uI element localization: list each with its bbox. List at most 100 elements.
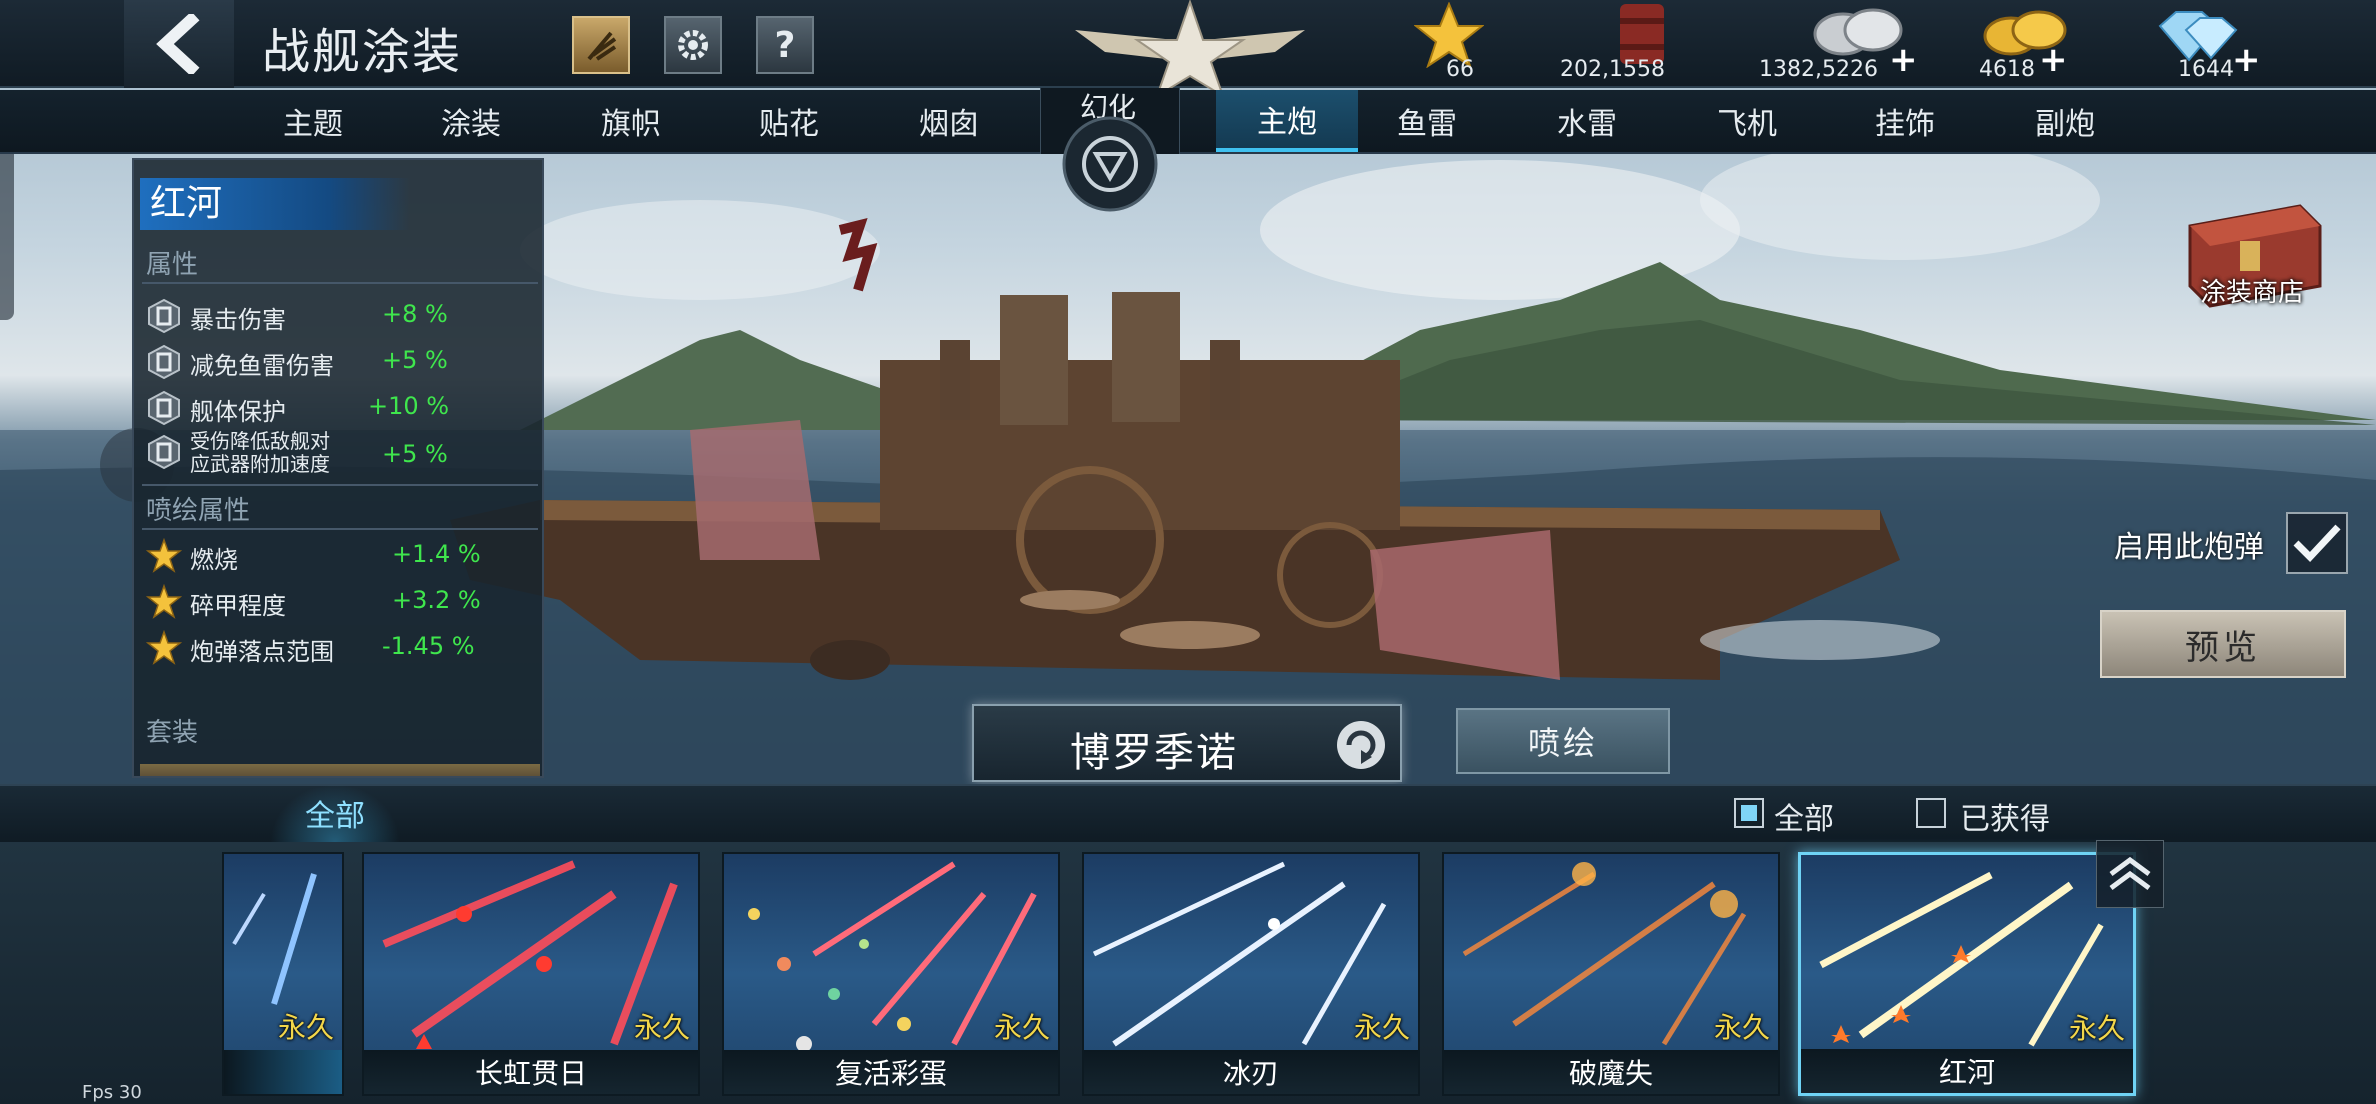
card-name: 复活彩蛋 [724,1050,1058,1094]
top-bar: 战舰涂装 ? 66 202,1558 1382,5226 + 4618 + 16… [0,0,2376,96]
silver-value: 1382,5226 [1759,57,1878,82]
card-name [224,1050,342,1094]
tab-flag[interactable]: 旗帜 [556,90,706,152]
help-button[interactable]: ? [756,16,814,74]
page-title: 战舰涂装 [262,24,463,80]
back-arrow-icon [156,14,200,74]
attr-value: +8 % [382,300,448,328]
star-icon [146,584,182,619]
spray-attr-name: 碎甲程度 [190,592,286,620]
tab-torpedo[interactable]: 鱼雷 [1352,90,1502,152]
collapse-list-button[interactable] [2096,840,2164,908]
checkmark-icon [2293,524,2341,563]
spray-attr-row: 碎甲程度 +3.2 % [142,580,538,624]
armor-shield-icon [148,298,180,334]
ship-selector[interactable]: 博罗季诺 [972,704,1402,782]
attr-name: 受伤降低敌舰对 应武器附加速度 [190,429,330,476]
filter-owned-checkbox[interactable] [1916,798,1946,828]
preview-button[interactable]: 预览 [2100,610,2346,678]
filter-all-label[interactable]: 全部 [1774,794,1834,838]
diamond-add-icon[interactable]: + [2232,40,2261,80]
star-icon [146,630,182,665]
spray-attr-value: +1.4 % [392,540,481,568]
tab-funnel[interactable]: 烟囱 [874,90,1024,152]
star-points-resource: 66 [1410,0,1500,88]
spray-attr-row: 炮弹落点范围 -1.45 % [142,626,538,670]
card-name: 冰刃 [1084,1050,1418,1094]
skin-name: 红河 [140,178,410,230]
silver-resource[interactable]: 1382,5226 + [1755,0,1925,88]
use-shell-checkbox[interactable] [2286,512,2348,574]
shell-skin-card[interactable]: 永久 [222,852,344,1096]
silver-add-icon[interactable]: + [1889,40,1918,80]
skin-effect-button[interactable] [572,16,630,74]
skin-attribute-panel: 红河 属性 暴击伤害 +8 % 减免鱼雷伤害 +5 % 舰体保护 +10 % 受… [132,158,544,778]
card-name: 长虹贯日 [364,1050,698,1094]
ship-name: 博罗季诺 [1070,730,1238,776]
attr-value: +10 % [368,392,450,420]
filter-owned-label[interactable]: 已获得 [1960,794,2050,838]
shell-skin-card[interactable]: 永久 复活彩蛋 [722,852,1060,1096]
spray-attr-value: -1.45 % [382,632,475,660]
permanent-tag: 永久 [1713,1011,1770,1044]
side-drawer-tab[interactable] [0,130,14,320]
permanent-tag: 永久 [2068,1012,2125,1045]
attr-name: 暴击伤害 [190,306,286,334]
transform-emblem-icon[interactable] [1058,116,1162,212]
oil-value: 202,1558 [1560,57,1665,82]
shell-skin-card[interactable]: 永久 长虹贯日 [362,852,700,1096]
attr-value: +5 % [382,440,448,468]
diamond-resource[interactable]: 1644 + [2150,0,2261,88]
tab-paint[interactable]: 涂装 [396,90,546,152]
back-button[interactable] [124,0,234,88]
attr-row: 受伤降低敌舰对 应武器附加速度 +5 % [142,430,538,480]
filter-all-checkbox[interactable] [1734,798,1764,828]
tab-aircraft[interactable]: 飞机 [1672,90,1822,152]
permanent-tag: 永久 [277,1011,334,1044]
filter-tab-all[interactable]: 全部 [270,784,400,842]
gear-icon [678,30,708,60]
tab-theme[interactable]: 主题 [238,90,388,152]
divider [142,484,538,486]
set-bonus-strip[interactable] [140,764,540,776]
tab-main-gun[interactable]: 主炮 [1216,90,1358,152]
attr-row: 舰体保护 +10 % [142,386,538,430]
fps-counter: Fps 30 [82,1082,142,1103]
oil-resource: 202,1558 [1560,0,1700,88]
armor-shield-icon [148,434,180,470]
question-icon: ? [774,24,796,66]
armor-shield-icon [148,344,180,380]
star-points-value: 66 [1446,57,1474,82]
shell-skin-card[interactable]: 永久 破魔失 [1442,852,1780,1096]
attr-name: 舰体保护 [190,398,286,426]
tab-decal[interactable]: 贴花 [714,90,864,152]
diamond-value: 1644 [2178,57,2234,82]
double-chevron-up-icon [2109,856,2151,891]
spray-attr-section-label: 喷绘属性 [146,496,251,526]
paint-shop-label[interactable]: 涂装商店 [2200,272,2304,309]
gold-value: 4618 [1979,57,2035,82]
spray-attr-name: 燃烧 [190,546,238,574]
tab-ornament[interactable]: 挂饰 [1830,90,1980,152]
star-icon [146,538,182,573]
gold-resource[interactable]: 4618 + [1975,0,2085,88]
gold-add-icon[interactable]: + [2039,40,2068,80]
shell-skin-card[interactable]: 永久 冰刃 [1082,852,1420,1096]
use-shell-label: 启用此炮弹 [2114,530,2264,565]
tab-mine[interactable]: 水雷 [1512,90,1662,152]
attr-section-label: 属性 [146,250,199,280]
attr-row: 减免鱼雷伤害 +5 % [142,340,538,384]
permanent-tag: 永久 [993,1011,1050,1044]
tab-secondary-gun[interactable]: 副炮 [1990,90,2140,152]
firework-icon [587,31,617,61]
spray-attr-row: 燃烧 +1.4 % [142,534,538,578]
shell-skin-card-selected[interactable]: 永久 红河 [1798,852,2136,1096]
permanent-tag: 永久 [633,1011,690,1044]
spray-attr-value: +3.2 % [392,586,481,614]
attr-row: 暴击伤害 +8 % [142,294,538,338]
set-section-label: 套装 [146,718,199,748]
switch-ship-icon[interactable] [1334,718,1388,772]
spray-button[interactable]: 喷绘 [1456,708,1670,774]
settings-button[interactable] [664,16,722,74]
armor-shield-icon [148,390,180,426]
